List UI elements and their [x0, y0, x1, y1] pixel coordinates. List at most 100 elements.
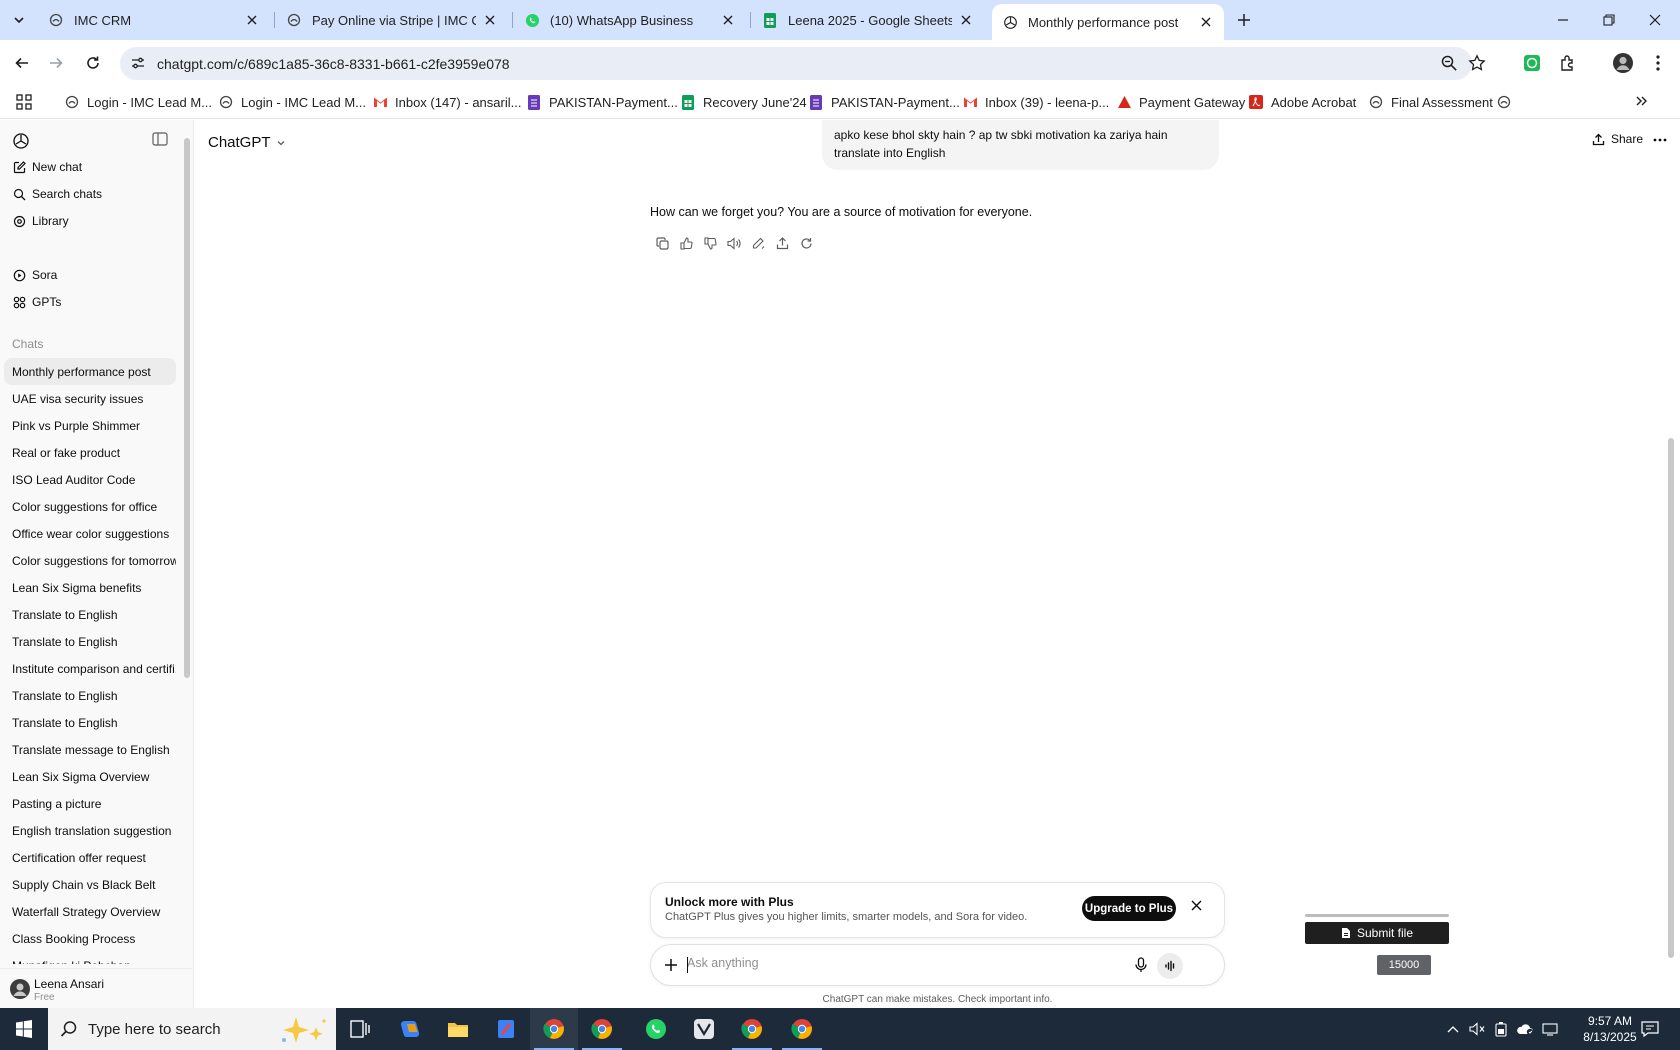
chat-item[interactable]: Institute comparison and certifi... [4, 655, 176, 682]
chat-item[interactable]: Translate to English [4, 682, 176, 709]
chat-item[interactable]: Munafiqon ki Pehchan [4, 952, 176, 965]
copy-icon[interactable] [650, 233, 674, 253]
close-icon[interactable] [1191, 900, 1202, 911]
zoom-icon[interactable] [1440, 54, 1458, 72]
regenerate-icon[interactable] [794, 233, 818, 253]
read-aloud-icon[interactable] [722, 233, 746, 253]
restore-button[interactable] [1586, 0, 1632, 40]
close-icon[interactable] [482, 12, 498, 28]
new-tab-button[interactable] [1232, 8, 1256, 32]
taskbar-search-box[interactable]: Type here to search [48, 1008, 336, 1050]
share-button[interactable]: Share [1592, 132, 1643, 146]
microphone-icon[interactable] [1134, 957, 1148, 973]
minimize-button[interactable] [1540, 0, 1586, 40]
start-button[interactable] [0, 1008, 48, 1050]
voice-mode-button[interactable] [1157, 953, 1183, 979]
model-selector[interactable]: ChatGPT [208, 134, 286, 151]
extensions-puzzle-icon[interactable] [1558, 53, 1578, 73]
openai-logo-icon[interactable] [12, 132, 30, 150]
chat-item[interactable]: Supply Chain vs Black Belt [4, 871, 176, 898]
bookmark-item[interactable]: Payment Gateway [1116, 91, 1245, 113]
bookmark-item[interactable]: Login - IMC Lead M... [64, 91, 212, 113]
taskbar-file-explorer[interactable] [434, 1008, 482, 1050]
new-chat-button[interactable]: New chat [4, 154, 176, 180]
chat-item[interactable]: Lean Six Sigma Overview [4, 763, 176, 790]
close-window-button[interactable] [1632, 0, 1678, 40]
taskbar-chrome-3[interactable] [778, 1008, 826, 1050]
taskbar-app-v[interactable] [680, 1008, 728, 1050]
gpts-button[interactable]: GPTs [4, 289, 176, 315]
close-icon[interactable] [244, 12, 260, 28]
taskbar-copilot[interactable] [386, 1008, 434, 1050]
chat-item[interactable]: Translate to English [4, 601, 176, 628]
chat-item[interactable]: Translate message to English [4, 736, 176, 763]
chat-item[interactable]: Waterfall Strategy Overview [4, 898, 176, 925]
back-button[interactable] [8, 49, 36, 77]
more-options-icon[interactable] [1652, 132, 1668, 148]
notification-icon[interactable] [1640, 1019, 1660, 1039]
chevron-up-icon[interactable] [1444, 1021, 1462, 1037]
chat-item[interactable]: Certification offer request [4, 844, 176, 871]
taskbar-app-tool[interactable] [482, 1008, 530, 1050]
close-icon[interactable] [720, 12, 736, 28]
task-view-button[interactable] [336, 1008, 384, 1050]
chat-item[interactable]: Translate to English [4, 709, 176, 736]
edit-canvas-icon[interactable] [746, 233, 770, 253]
submit-file-button[interactable]: Submit file [1305, 922, 1449, 944]
network-icon[interactable] [1542, 1021, 1560, 1037]
system-clock[interactable]: 9:57 AM 8/13/2025 [1572, 1013, 1648, 1045]
bookmark-item[interactable] [1496, 91, 1519, 113]
apps-grid-icon[interactable] [16, 94, 32, 110]
chat-item[interactable]: Translate to English [4, 628, 176, 655]
sora-button[interactable]: Sora [4, 262, 176, 288]
address-bar[interactable]: chatgpt.com/c/689c1a85-36c8-8331-b661-c2… [120, 47, 1486, 80]
chat-item[interactable]: Pink vs Purple Shimmer [4, 412, 176, 439]
onedrive-icon[interactable] [1516, 1021, 1534, 1037]
upgrade-to-plus-button[interactable]: Upgrade to Plus [1082, 896, 1176, 921]
site-info-icon[interactable] [130, 55, 146, 71]
close-icon[interactable] [958, 12, 974, 28]
bookmark-item[interactable]: Inbox (39) - leena-p... [962, 91, 1109, 113]
chat-item-active[interactable]: Monthly performance post [4, 358, 176, 385]
bookmark-item[interactable]: Login - IMC Lead M... [218, 91, 366, 113]
chat-item[interactable]: Color suggestions for tomorrow [4, 547, 176, 574]
chat-item[interactable]: Real or fake product [4, 439, 176, 466]
chat-item[interactable]: English translation suggestion [4, 817, 176, 844]
tab-stripe-payment[interactable]: Pay Online via Stripe | IMC Certi [276, 4, 508, 36]
profile-avatar-icon[interactable] [1611, 51, 1635, 75]
chat-item[interactable]: Pasting a picture [4, 790, 176, 817]
library-button[interactable]: Library [4, 208, 176, 234]
share-icon[interactable] [770, 233, 794, 253]
extension-whatsapp-icon[interactable] [1522, 53, 1542, 73]
taskbar-chrome-profile[interactable] [578, 1008, 626, 1050]
chat-item[interactable]: Office wear color suggestions [4, 520, 176, 547]
tab-imc-crm[interactable]: IMC CRM [38, 4, 270, 36]
bookmark-item[interactable]: PAKISTAN-Payment... [526, 91, 678, 113]
tab-search-button[interactable] [6, 8, 32, 32]
chat-item[interactable]: Class Booking Process [4, 925, 176, 952]
search-chats-button[interactable]: Search chats [4, 181, 176, 207]
chat-item[interactable]: ISO Lead Auditor Code [4, 466, 176, 493]
tab-google-sheets[interactable]: Leena 2025 - Google Sheets [752, 4, 984, 36]
bookmark-item[interactable]: Inbox (147) - ansaril... [372, 91, 521, 113]
chat-item[interactable]: UAE visa security issues [4, 385, 176, 412]
double-chevron-right-icon[interactable] [1634, 94, 1648, 108]
sidebar-toggle-icon[interactable] [152, 132, 168, 146]
bookmark-star-icon[interactable] [1468, 54, 1486, 72]
bookmark-item[interactable]: Adobe Acrobat [1248, 91, 1356, 113]
tab-whatsapp[interactable]: (10) WhatsApp Business [514, 4, 746, 36]
taskbar-chrome-2[interactable] [728, 1008, 776, 1050]
thumbs-up-icon[interactable] [674, 233, 698, 253]
plus-icon[interactable] [663, 957, 679, 973]
bookmark-item[interactable]: Final Assessment [1368, 91, 1493, 113]
thumbs-down-icon[interactable] [698, 233, 722, 253]
forward-button[interactable] [42, 49, 70, 77]
close-icon[interactable] [1198, 14, 1214, 30]
message-input[interactable] [687, 956, 1127, 970]
taskbar-chrome-active[interactable] [530, 1008, 578, 1050]
volume-muted-icon[interactable] [1468, 1021, 1486, 1037]
tab-monthly-performance-post[interactable]: Monthly performance post [992, 4, 1224, 40]
bookmark-item[interactable]: PAKISTAN-Payment... [808, 91, 960, 113]
user-profile-button[interactable]: Leena Ansari Free [0, 968, 192, 1008]
main-scrollbar[interactable] [1668, 438, 1674, 958]
